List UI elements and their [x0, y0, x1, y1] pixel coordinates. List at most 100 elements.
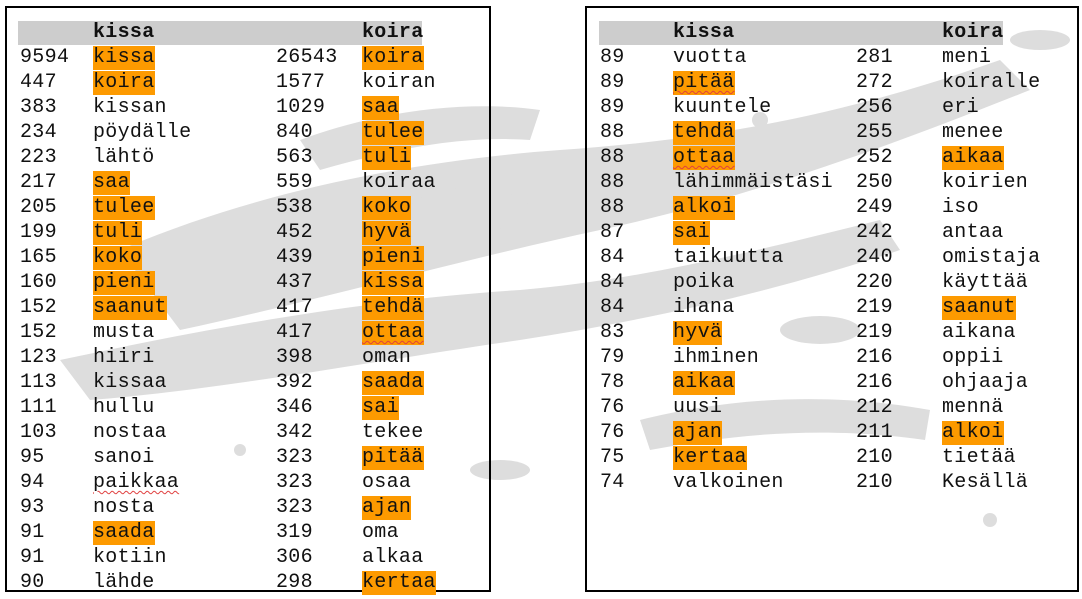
kissa-word-cell: hiiri	[93, 346, 155, 369]
kissa-word-cell: pieni	[93, 271, 155, 295]
kissa-count-cell: 234	[20, 121, 57, 144]
koira-word-cell: ajan	[362, 496, 412, 520]
kissa-count-cell: 84	[600, 246, 625, 269]
koira-count-cell: 346	[276, 396, 313, 419]
kissa-count-cell: 165	[20, 246, 57, 269]
kissa-word-cell: uusi	[673, 396, 723, 419]
kissa-word-cell: pöydälle	[93, 121, 192, 144]
kissa-count-cell: 76	[600, 421, 625, 444]
koira-word-cell: ottaa	[362, 321, 424, 345]
kissa-word-cell: ajan	[673, 421, 723, 445]
koira-word-cell: oppii	[942, 346, 1004, 369]
koira-count-cell: 240	[856, 246, 893, 269]
koira-count-cell: 210	[856, 446, 893, 469]
kissa-count-cell: 447	[20, 71, 57, 94]
koira-word-cell: koiralle	[942, 71, 1041, 94]
koira-count-cell: 1029	[276, 96, 326, 119]
koira-count-cell: 250	[856, 171, 893, 194]
kissa-word-cell: kuuntele	[673, 96, 772, 119]
koira-count-cell: 281	[856, 46, 893, 69]
koira-count-cell: 256	[856, 96, 893, 119]
kissa-count-cell: 88	[600, 196, 625, 219]
kissa-word-cell: ihana	[673, 296, 735, 319]
koira-count-cell: 242	[856, 221, 893, 244]
koira-count-cell: 840	[276, 121, 313, 144]
koira-count-cell: 563	[276, 146, 313, 169]
kissa-count-cell: 160	[20, 271, 57, 294]
koira-word-cell: sai	[362, 396, 399, 420]
koira-count-cell: 252	[856, 146, 893, 169]
koira-count-cell: 452	[276, 221, 313, 244]
kissa-word-cell: lähde	[93, 571, 155, 594]
koira-word-cell: eri	[942, 96, 979, 119]
koira-word-cell: koiraa	[362, 171, 436, 194]
kissa-word-cell: kissan	[93, 96, 167, 119]
kissa-count-cell: 91	[20, 521, 45, 544]
kissa-word-cell: kissa	[93, 46, 155, 70]
koira-word-cell: Kesällä	[942, 471, 1029, 494]
kissa-count-cell: 152	[20, 296, 57, 319]
koira-count-cell: 212	[856, 396, 893, 419]
kissa-count-cell: 88	[600, 121, 625, 144]
koira-word-cell: pitää	[362, 446, 424, 470]
koira-count-cell: 319	[276, 521, 313, 544]
kissa-count-cell: 94	[20, 471, 45, 494]
kissa-count-cell: 123	[20, 346, 57, 369]
kissa-count-cell: 84	[600, 296, 625, 319]
kissa-word-cell: saanut	[93, 296, 167, 320]
koira-word-cell: hyvä	[362, 221, 412, 245]
koira-word-cell: alkaa	[362, 546, 424, 569]
koira-count-cell: 538	[276, 196, 313, 219]
kissa-word-cell: hyvä	[673, 321, 723, 345]
koira-count-cell: 437	[276, 271, 313, 294]
koira-count-cell: 1577	[276, 71, 326, 94]
kissa-count-cell: 76	[600, 396, 625, 419]
koira-word-cell: koira	[362, 46, 424, 70]
kissa-count-cell: 113	[20, 371, 57, 394]
koira-word-cell: tekee	[362, 421, 424, 444]
koira-count-cell: 219	[856, 296, 893, 319]
kissa-word-cell: saada	[93, 521, 155, 545]
koira-word-cell: aikana	[942, 321, 1016, 344]
koira-word-cell: koirien	[942, 171, 1029, 194]
koira-count-cell: 439	[276, 246, 313, 269]
kissa-count-cell: 74	[600, 471, 625, 494]
koira-word-cell: osaa	[362, 471, 412, 494]
koira-count-cell: 398	[276, 346, 313, 369]
koira-count-cell: 249	[856, 196, 893, 219]
kissa-word-cell: poika	[673, 271, 735, 294]
koira-count-cell: 392	[276, 371, 313, 394]
kissa-count-cell: 223	[20, 146, 57, 169]
kissa-word-cell: paikkaa	[93, 471, 180, 494]
kissa-count-cell: 199	[20, 221, 57, 244]
koira-count-cell: 216	[856, 346, 893, 369]
kissa-count-cell: 84	[600, 271, 625, 294]
kissa-word-cell: valkoinen	[673, 471, 784, 494]
koira-count-cell: 417	[276, 296, 313, 319]
koira-word-cell: koiran	[362, 71, 436, 94]
kissa-word-cell: vuotta	[673, 46, 747, 69]
koira-word-cell: saa	[362, 96, 399, 120]
kissa-word-cell: lähtö	[93, 146, 155, 169]
kissa-count-cell: 89	[600, 46, 625, 69]
kissa-count-cell: 79	[600, 346, 625, 369]
kissa-word-cell: koko	[93, 246, 143, 270]
koira-word-cell: kertaa	[362, 571, 436, 595]
koira-count-cell: 417	[276, 321, 313, 344]
kissa-word-cell: musta	[93, 321, 155, 344]
koira-count-cell: 323	[276, 446, 313, 469]
kissa-count-cell: 217	[20, 171, 57, 194]
koira-count-cell: 220	[856, 271, 893, 294]
kissa-word-cell: alkoi	[673, 196, 735, 220]
koira-count-cell: 559	[276, 171, 313, 194]
kissa-word-cell: taikuutta	[673, 246, 784, 269]
column-header-kissa: kissa	[93, 21, 155, 44]
koira-count-cell: 255	[856, 121, 893, 144]
koira-word-cell: oman	[362, 346, 412, 369]
koira-word-cell: meni	[942, 46, 992, 69]
kissa-word-cell: pitää	[673, 71, 735, 95]
koira-count-cell: 323	[276, 496, 313, 519]
koira-word-cell: aikaa	[942, 146, 1004, 170]
kissa-word-cell: kertaa	[673, 446, 747, 470]
kissa-count-cell: 205	[20, 196, 57, 219]
